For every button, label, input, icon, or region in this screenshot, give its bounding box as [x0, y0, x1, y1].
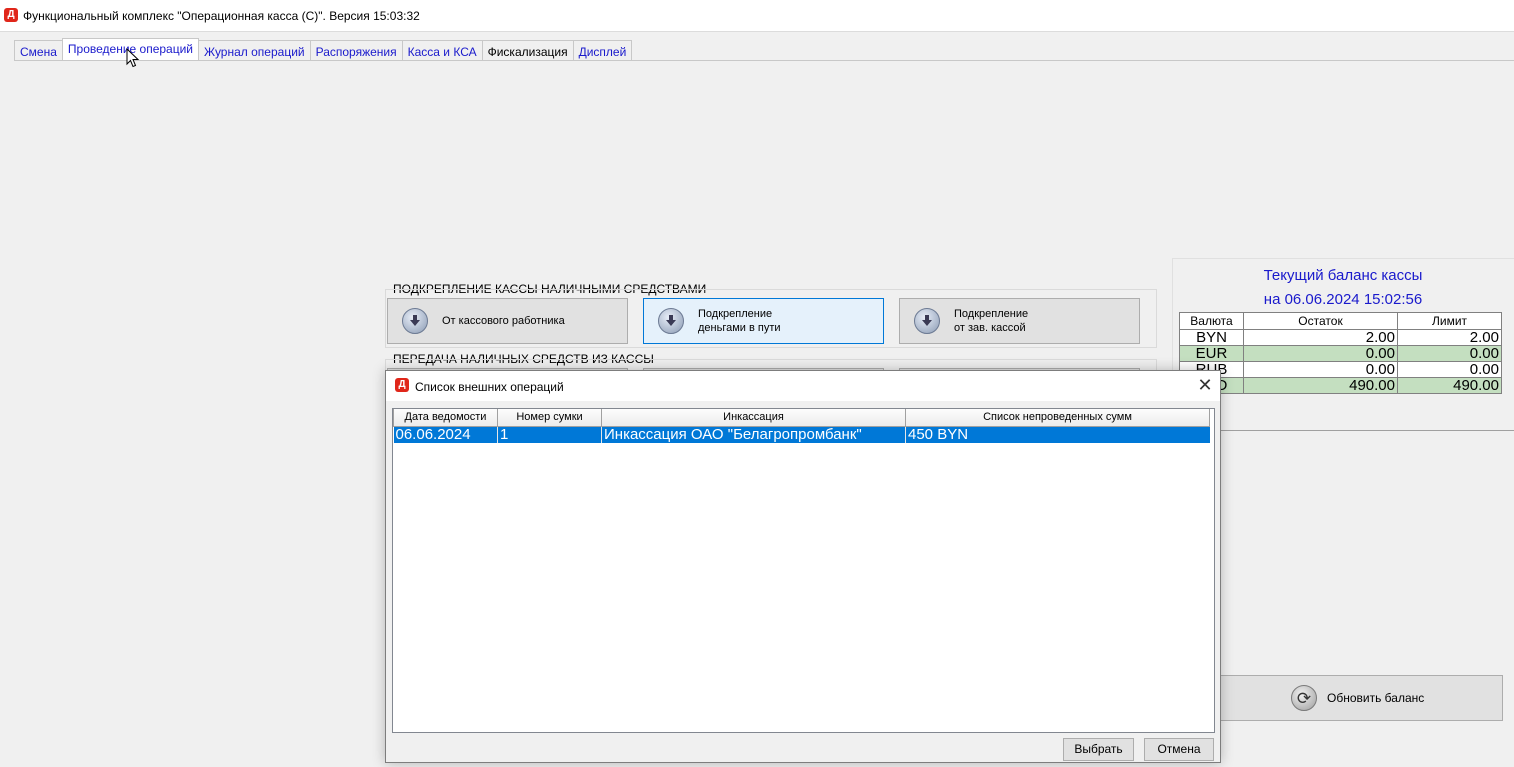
external-operations-dialog: Д Список внешних операций ✕ Дата ведомос…: [385, 370, 1221, 763]
limit-cell: 0.00: [1397, 345, 1502, 362]
tab-bar: Смена Проведение операций Журнал операци…: [14, 38, 633, 61]
rest-cell: 2.00: [1243, 329, 1398, 346]
table-row: EUR 0.00 0.00: [1179, 345, 1502, 362]
operations-table: Дата ведомости Номер сумки Инкассация Сп…: [393, 409, 1210, 443]
cash-in-icon: [402, 308, 428, 334]
operations-grid[interactable]: Дата ведомости Номер сумки Инкассация Сп…: [392, 408, 1215, 733]
limit-cell: 490.00: [1397, 377, 1502, 394]
balance-col-rest: Остаток: [1243, 312, 1398, 330]
tab-shift[interactable]: Смена: [14, 40, 63, 61]
col-collection[interactable]: Инкассация: [601, 409, 906, 427]
balance-title: Текущий баланс кассы: [1263, 267, 1423, 284]
cancel-button[interactable]: Отмена: [1144, 738, 1214, 761]
refresh-icon: ⟳: [1291, 685, 1317, 711]
tab-orders[interactable]: Распоряжения: [309, 40, 403, 61]
tab-journal[interactable]: Журнал операций: [198, 40, 311, 61]
refresh-balance-button[interactable]: ⟳ Обновить баланс: [1210, 675, 1503, 721]
cash-in-icon: [658, 308, 684, 334]
balance-col-limit: Лимит: [1397, 312, 1502, 330]
title-bar: Д Функциональный комплекс "Операционная …: [0, 0, 1514, 32]
cash-in-icon: [914, 308, 940, 334]
table-row[interactable]: 06.06.2024 1 Инкассация ОАО "Белагропром…: [393, 426, 1210, 443]
currency-cell: EUR: [1179, 345, 1244, 362]
money-in-transit-label: Подкрепление деньгами в пути: [698, 308, 781, 334]
from-cashier-label: От кассового работника: [442, 315, 565, 327]
dialog-title-bar: Д Список внешних операций ✕: [386, 371, 1220, 401]
select-button[interactable]: Выбрать: [1063, 738, 1134, 761]
from-cash-manager-button[interactable]: Подкрепление от зав. кассой: [899, 298, 1140, 344]
balance-divider: [1172, 430, 1514, 431]
balance-table: Валюта Остаток Лимит BYN 2.00 2.00 EUR 0…: [1179, 312, 1502, 394]
tab-fiscalization[interactable]: Фискализация: [481, 40, 574, 61]
refresh-balance-label: Обновить баланс: [1327, 691, 1425, 705]
money-in-transit-button[interactable]: Подкрепление деньгами в пути: [643, 298, 884, 344]
window-title: Функциональный комплекс "Операционная ка…: [23, 9, 420, 23]
unposted-amounts-cell[interactable]: 450 BYN: [905, 426, 1210, 443]
app-logo-icon: Д: [395, 378, 409, 392]
limit-cell: 0.00: [1397, 361, 1502, 378]
app-logo-icon: Д: [4, 8, 18, 22]
currency-cell: BYN: [1179, 329, 1244, 346]
table-row: BYN 2.00 2.00: [1179, 329, 1502, 346]
sheet-date-cell[interactable]: 06.06.2024: [393, 426, 498, 443]
tab-divider: [14, 60, 1514, 61]
rest-cell: 490.00: [1243, 377, 1398, 394]
table-row: USD 490.00 490.00: [1179, 377, 1502, 394]
table-row: RUB 0.00 0.00: [1179, 361, 1502, 378]
balance-col-currency: Валюта: [1179, 312, 1244, 330]
rest-cell: 0.00: [1243, 345, 1398, 362]
collection-cell[interactable]: Инкассация ОАО "Белагропромбанк": [601, 426, 906, 443]
tab-cash-ksa[interactable]: Касса и КСА: [401, 40, 483, 61]
col-bag-number[interactable]: Номер сумки: [497, 409, 602, 427]
from-cashier-button[interactable]: От кассового работника: [387, 298, 628, 344]
from-cash-manager-label: Подкрепление от зав. кассой: [954, 308, 1029, 334]
balance-timestamp: на 06.06.2024 15:02:56: [1263, 291, 1423, 308]
limit-cell: 2.00: [1397, 329, 1502, 346]
tab-display[interactable]: Дисплей: [572, 40, 633, 61]
close-icon[interactable]: ✕: [1194, 376, 1216, 396]
rest-cell: 0.00: [1243, 361, 1398, 378]
bag-number-cell[interactable]: 1: [497, 426, 602, 443]
col-unposted-amounts[interactable]: Список непроведенных сумм: [905, 409, 1210, 427]
mouse-cursor-icon: [126, 48, 140, 68]
col-sheet-date[interactable]: Дата ведомости: [393, 409, 498, 427]
dialog-title: Список внешних операций: [415, 380, 564, 394]
